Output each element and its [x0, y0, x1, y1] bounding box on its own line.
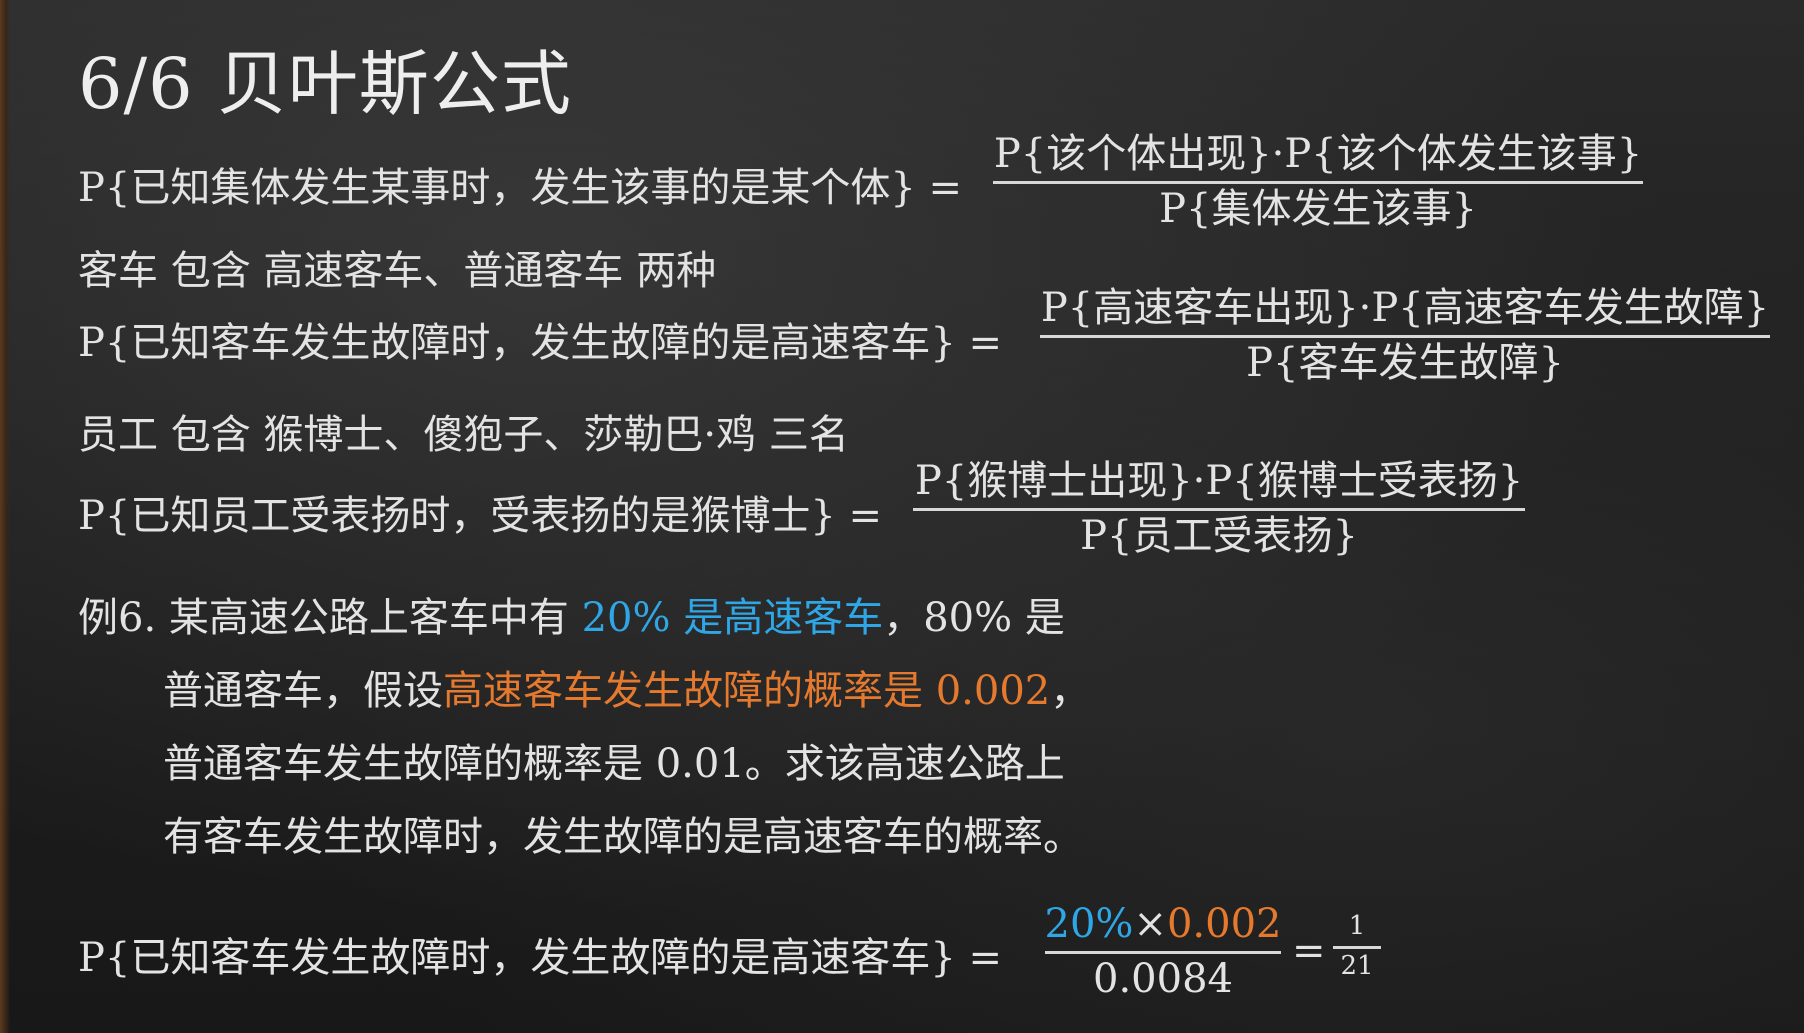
fraction-denominator: 0.0084 — [1093, 956, 1233, 1002]
example-line-2: 普通客车，假设高速客车发生故障的概率是 0.002， — [163, 658, 1090, 716]
numerator-ratio: 20% — [1044, 901, 1134, 947]
result-numerator: 1 — [1348, 911, 1366, 941]
equals-sign: = — [1292, 928, 1326, 974]
example-text: 普通客车，假设 — [163, 668, 443, 714]
board-frame-edge — [0, 0, 10, 1033]
fraction-numerator: 20%×0.002 — [1045, 903, 1282, 945]
highlight-high-speed-ratio: 20% 是高速客车 — [581, 595, 884, 641]
fraction-denominator: P{集体发生该事} — [1159, 186, 1477, 232]
formula-general-lhs-text: P{已知集体发生某事时，发生该事的是某个体} — [78, 165, 916, 211]
fraction-denominator: P{客车发生故障} — [1246, 340, 1564, 386]
formula-car-lhs: P{已知客车发生故障时，发生故障的是高速客车} = — [78, 310, 1002, 368]
equals-sign: = — [968, 935, 1003, 981]
formula-car-lhs-text: P{已知客车发生故障时，发生故障的是高速客车} — [78, 320, 956, 366]
fraction-numerator: P{高速客车出现}·P{高速客车发生故障} — [1040, 285, 1770, 331]
equals-sign: = — [848, 493, 883, 539]
slide-title: 6/6 贝叶斯公式 — [78, 43, 572, 125]
example-text: ， — [1050, 668, 1091, 714]
example-text: 例6. 某高速公路上客车中有 — [78, 595, 582, 641]
equals-sign: = — [968, 320, 1003, 366]
example-line-3: 普通客车发生故障的概率是 0.01。求该高速公路上 — [163, 741, 1065, 787]
fraction-bar — [1045, 951, 1281, 954]
result-fraction: 1 21 — [1333, 911, 1381, 982]
highlight-failure-probability: 高速客车发生故障的概率是 0.002 — [443, 668, 1051, 714]
answer-lhs: P{已知客车发生故障时，发生故障的是高速客车} = — [78, 925, 1002, 983]
fraction-bar — [913, 508, 1525, 511]
fraction-bar — [1333, 946, 1381, 950]
numerator-probability: 0.002 — [1166, 901, 1282, 947]
answer-fraction: 20%×0.002 0.0084 — [1045, 903, 1282, 1002]
fraction-numerator: P{该个体出现}·P{该个体发生该事} — [993, 131, 1643, 177]
formula-car-fraction: P{高速客车出现}·P{高速客车发生故障} P{客车发生故障} — [1040, 287, 1770, 384]
example-line-4: 有客车发生故障时，发生故障的是高速客车的概率。 — [163, 814, 1083, 860]
formula-general-fraction: P{该个体出现}·P{该个体发生该事} P{集体发生该事} — [993, 133, 1643, 230]
car-categories-text: 客车 包含 高速客车、普通客车 两种 — [78, 248, 717, 294]
formula-staff-fraction: P{猴博士出现}·P{猴博士受表扬} P{员工受表扬} — [913, 460, 1525, 557]
times-sign: × — [1133, 901, 1167, 947]
formula-staff-lhs-text: P{已知员工受表扬时，受表扬的是猴博士} — [78, 493, 836, 539]
result-denominator: 21 — [1340, 951, 1374, 982]
answer-lhs-text: P{已知客车发生故障时，发生故障的是高速客车} — [78, 935, 956, 981]
fraction-bar — [993, 181, 1643, 184]
fraction-bar — [1040, 335, 1770, 338]
fraction-denominator: P{员工受表扬} — [1080, 513, 1358, 559]
formula-general-lhs: P{已知集体发生某事时，发生该事的是某个体} = — [78, 155, 962, 213]
formula-staff-lhs: P{已知员工受表扬时，受表扬的是猴博士} = — [78, 483, 882, 541]
equals-sign: = — [928, 165, 963, 211]
example-line-1: 例6. 某高速公路上客车中有 20% 是高速客车，80% 是 — [78, 585, 1065, 643]
staff-members-text: 员工 包含 猴博士、傻狍子、莎勒巴·鸡 三名 — [78, 412, 849, 458]
fraction-numerator: P{猴博士出现}·P{猴博士受表扬} — [914, 458, 1524, 504]
example-text: ，80% 是 — [883, 595, 1065, 641]
